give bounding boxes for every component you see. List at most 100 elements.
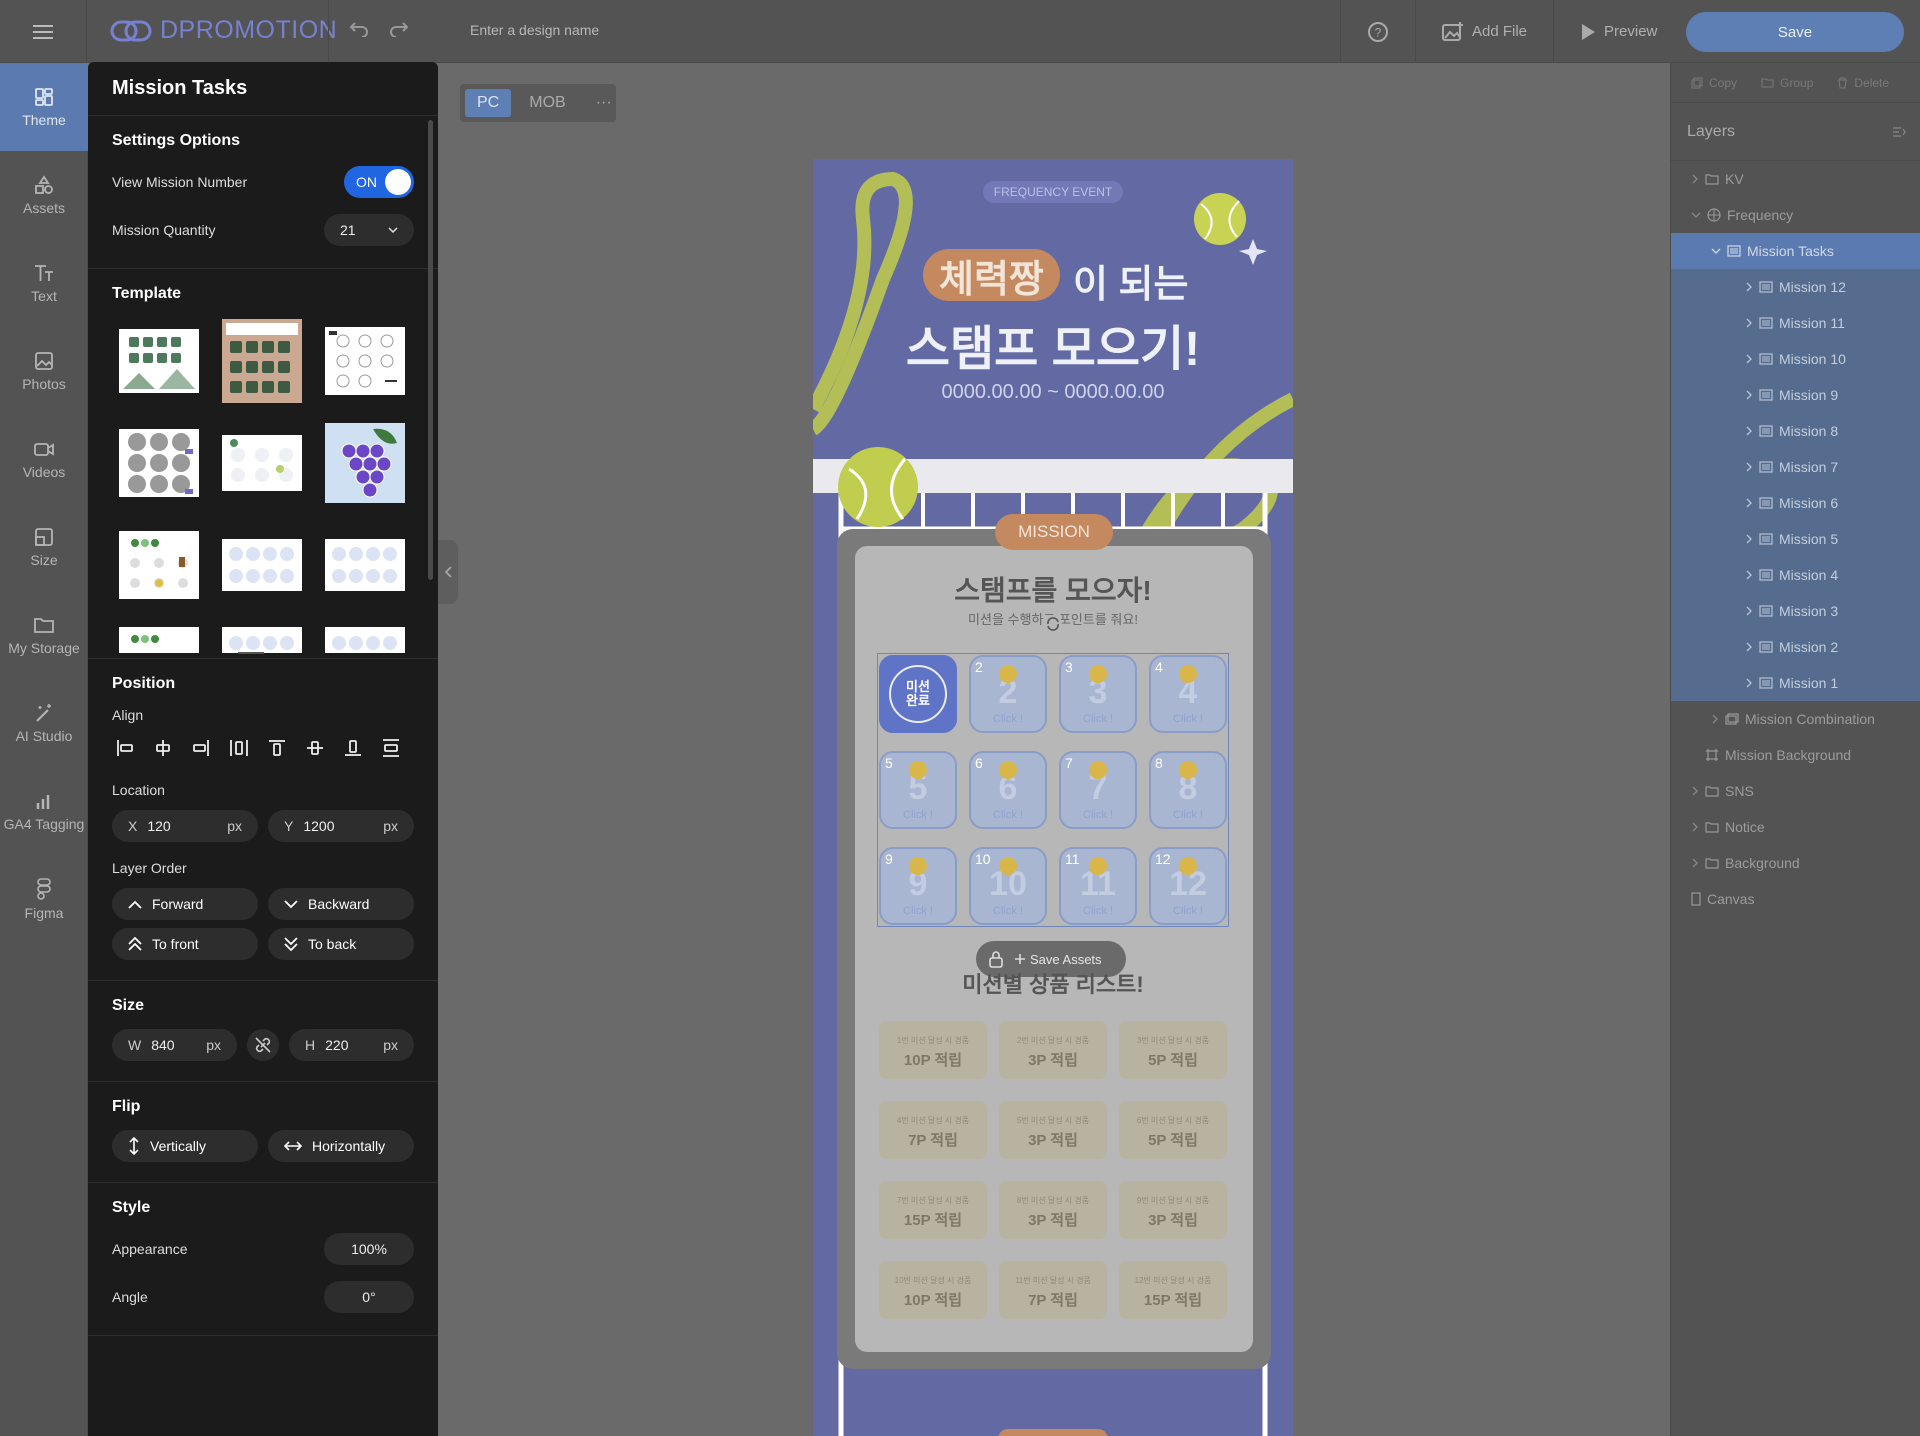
chevron-right-icon[interactable] (1745, 282, 1753, 292)
x-input[interactable]: X 120 px (112, 810, 258, 842)
chevron-right-icon[interactable] (1691, 786, 1699, 796)
nav-figma[interactable]: Figma (0, 855, 88, 943)
distribute-vertical-icon[interactable] (378, 735, 403, 760)
reward-card[interactable]: 5번 미션 달성 시 경품 3P 적립 (999, 1101, 1107, 1159)
add-file-button[interactable]: Add File (1415, 0, 1553, 63)
layer-kv[interactable]: KV (1671, 161, 1920, 197)
redo-icon[interactable] (389, 21, 409, 42)
mission-stamp[interactable]: 7 7 Click ! (1059, 751, 1137, 829)
template-thumb[interactable] (325, 525, 405, 605)
reward-card[interactable]: 1번 미션 달성 시 경품 10P 적립 (879, 1021, 987, 1079)
chevron-right-icon[interactable] (1691, 174, 1699, 184)
save-button[interactable]: Save (1686, 12, 1904, 52)
mission-stamp[interactable]: 8 8 Click ! (1149, 751, 1227, 829)
event-tag[interactable]: FREQUENCY EVENT (983, 181, 1123, 203)
width-input[interactable]: W 840 px (112, 1029, 237, 1061)
mob-tab[interactable]: MOB (517, 89, 577, 117)
align-middle-vertical-icon[interactable] (302, 735, 327, 760)
reward-card[interactable]: 12번 미션 달성 시 경품 15P 적립 (1119, 1261, 1227, 1319)
chevron-down-icon[interactable] (1691, 211, 1701, 219)
layer-mission-item[interactable]: Mission 10 (1671, 341, 1920, 377)
align-left-icon[interactable] (112, 735, 137, 760)
layer-mission-item[interactable]: Mission 7 (1671, 449, 1920, 485)
undo-icon[interactable] (349, 21, 369, 42)
mission-quantity-select[interactable]: 21 (324, 214, 414, 246)
headline-line2[interactable]: 스탬프 모으기! (813, 309, 1293, 379)
group-button[interactable]: Group (1761, 76, 1813, 90)
collapse-layers-icon[interactable] (1892, 126, 1906, 138)
nav-ga4-tagging[interactable]: GA4 Tagging (0, 767, 88, 855)
align-right-icon[interactable] (188, 735, 213, 760)
layer-frequency[interactable]: Frequency (1671, 197, 1920, 233)
headline-highlight[interactable]: 체력짱 (923, 249, 1060, 301)
headline-rest[interactable]: 이 되는 (1073, 253, 1188, 308)
nav-theme[interactable]: Theme (0, 63, 88, 151)
reward-card[interactable]: 7번 미션 달성 시 경품 15P 적립 (879, 1181, 987, 1239)
unlink-ratio-icon[interactable] (247, 1029, 279, 1061)
template-thumb[interactable] (325, 321, 405, 401)
panel-scrollbar[interactable] (428, 120, 433, 580)
help-button[interactable]: ? (1340, 0, 1415, 63)
more-options-icon[interactable]: ··· (584, 89, 624, 117)
chevron-right-icon[interactable] (1745, 678, 1753, 688)
chevron-right-icon[interactable] (1745, 354, 1753, 364)
chevron-down-icon[interactable] (1711, 247, 1721, 255)
reward-card[interactable]: 2번 미션 달성 시 경품 3P 적립 (999, 1021, 1107, 1079)
reward-card[interactable]: 9번 미션 달성 시 경품 3P 적립 (1119, 1181, 1227, 1239)
view-mission-number-toggle[interactable]: ON (344, 166, 414, 198)
chevron-right-icon[interactable] (1745, 570, 1753, 580)
mission-stamp[interactable]: 12 12 Click ! (1149, 847, 1227, 925)
layer-sns[interactable]: SNS (1671, 773, 1920, 809)
date-range[interactable]: 0000.00.00 ~ 0000.00.00 (813, 381, 1293, 404)
template-thumb[interactable] (119, 525, 199, 605)
template-thumb[interactable] (222, 525, 302, 605)
chevron-right-icon[interactable] (1745, 498, 1753, 508)
mission-tab[interactable]: MISSION (995, 522, 1113, 542)
layer-mission-item[interactable]: Mission 12 (1671, 269, 1920, 305)
save-assets-button[interactable]: Save Assets (1014, 952, 1102, 967)
layer-mission-combination[interactable]: Mission Combination (1671, 701, 1920, 737)
angle-input[interactable]: 0° (324, 1281, 414, 1313)
appearance-input[interactable]: 100% (324, 1233, 414, 1265)
template-thumb[interactable] (325, 627, 405, 657)
nav-text[interactable]: Text (0, 239, 88, 327)
layer-mission-item[interactable]: Mission 8 (1671, 413, 1920, 449)
nav-photos[interactable]: Photos (0, 327, 88, 415)
backward-button[interactable]: Backward (268, 888, 414, 920)
delete-button[interactable]: Delete (1837, 76, 1889, 90)
y-input[interactable]: Y 1200 px (268, 810, 414, 842)
nav-videos[interactable]: Videos (0, 415, 88, 503)
reward-card[interactable]: 3번 미션 달성 시 경품 5P 적립 (1119, 1021, 1227, 1079)
copy-button[interactable]: Copy (1691, 76, 1737, 90)
layer-mission-item[interactable]: Mission 9 (1671, 377, 1920, 413)
align-bottom-icon[interactable] (340, 735, 365, 760)
reward-card[interactable]: 8번 미션 달성 시 경품 3P 적립 (999, 1181, 1107, 1239)
mission-stamp[interactable]: 3 3 Click ! (1059, 655, 1137, 733)
menu-icon[interactable] (0, 0, 87, 63)
reward-card[interactable]: 10번 미션 달성 시 경품 10P 적립 (879, 1261, 987, 1319)
height-input[interactable]: H 220 px (289, 1029, 414, 1061)
align-center-horizontal-icon[interactable] (150, 735, 175, 760)
mission-stamp[interactable]: 2 2 Click ! (969, 655, 1047, 733)
template-thumb[interactable] (222, 319, 302, 403)
chevron-right-icon[interactable] (1745, 426, 1753, 436)
layer-background[interactable]: Background (1671, 845, 1920, 881)
chevron-right-icon[interactable] (1745, 534, 1753, 544)
layer-canvas[interactable]: Canvas (1671, 881, 1920, 917)
design-name-input[interactable]: Enter a design name (470, 22, 599, 38)
distribute-horizontal-icon[interactable] (226, 735, 251, 760)
flip-horizontally-button[interactable]: Horizontally (268, 1130, 414, 1162)
lock-icon[interactable] (988, 950, 1004, 968)
flip-vertically-button[interactable]: Vertically (112, 1130, 258, 1162)
to-back-button[interactable]: To back (268, 928, 414, 960)
chevron-right-icon[interactable] (1745, 606, 1753, 616)
mission-stamp[interactable]: 6 6 Click ! (969, 751, 1047, 829)
preview-button[interactable]: Preview (1553, 0, 1683, 63)
card-title[interactable]: 스탬프를 모으자! (813, 569, 1293, 609)
chevron-right-icon[interactable] (1711, 714, 1719, 724)
collapse-panel-button[interactable] (438, 540, 458, 604)
nav-ai-studio[interactable]: AI Studio (0, 679, 88, 767)
layer-mission-item[interactable]: Mission 4 (1671, 557, 1920, 593)
forward-button[interactable]: Forward (112, 888, 258, 920)
template-thumb[interactable] (119, 321, 199, 401)
